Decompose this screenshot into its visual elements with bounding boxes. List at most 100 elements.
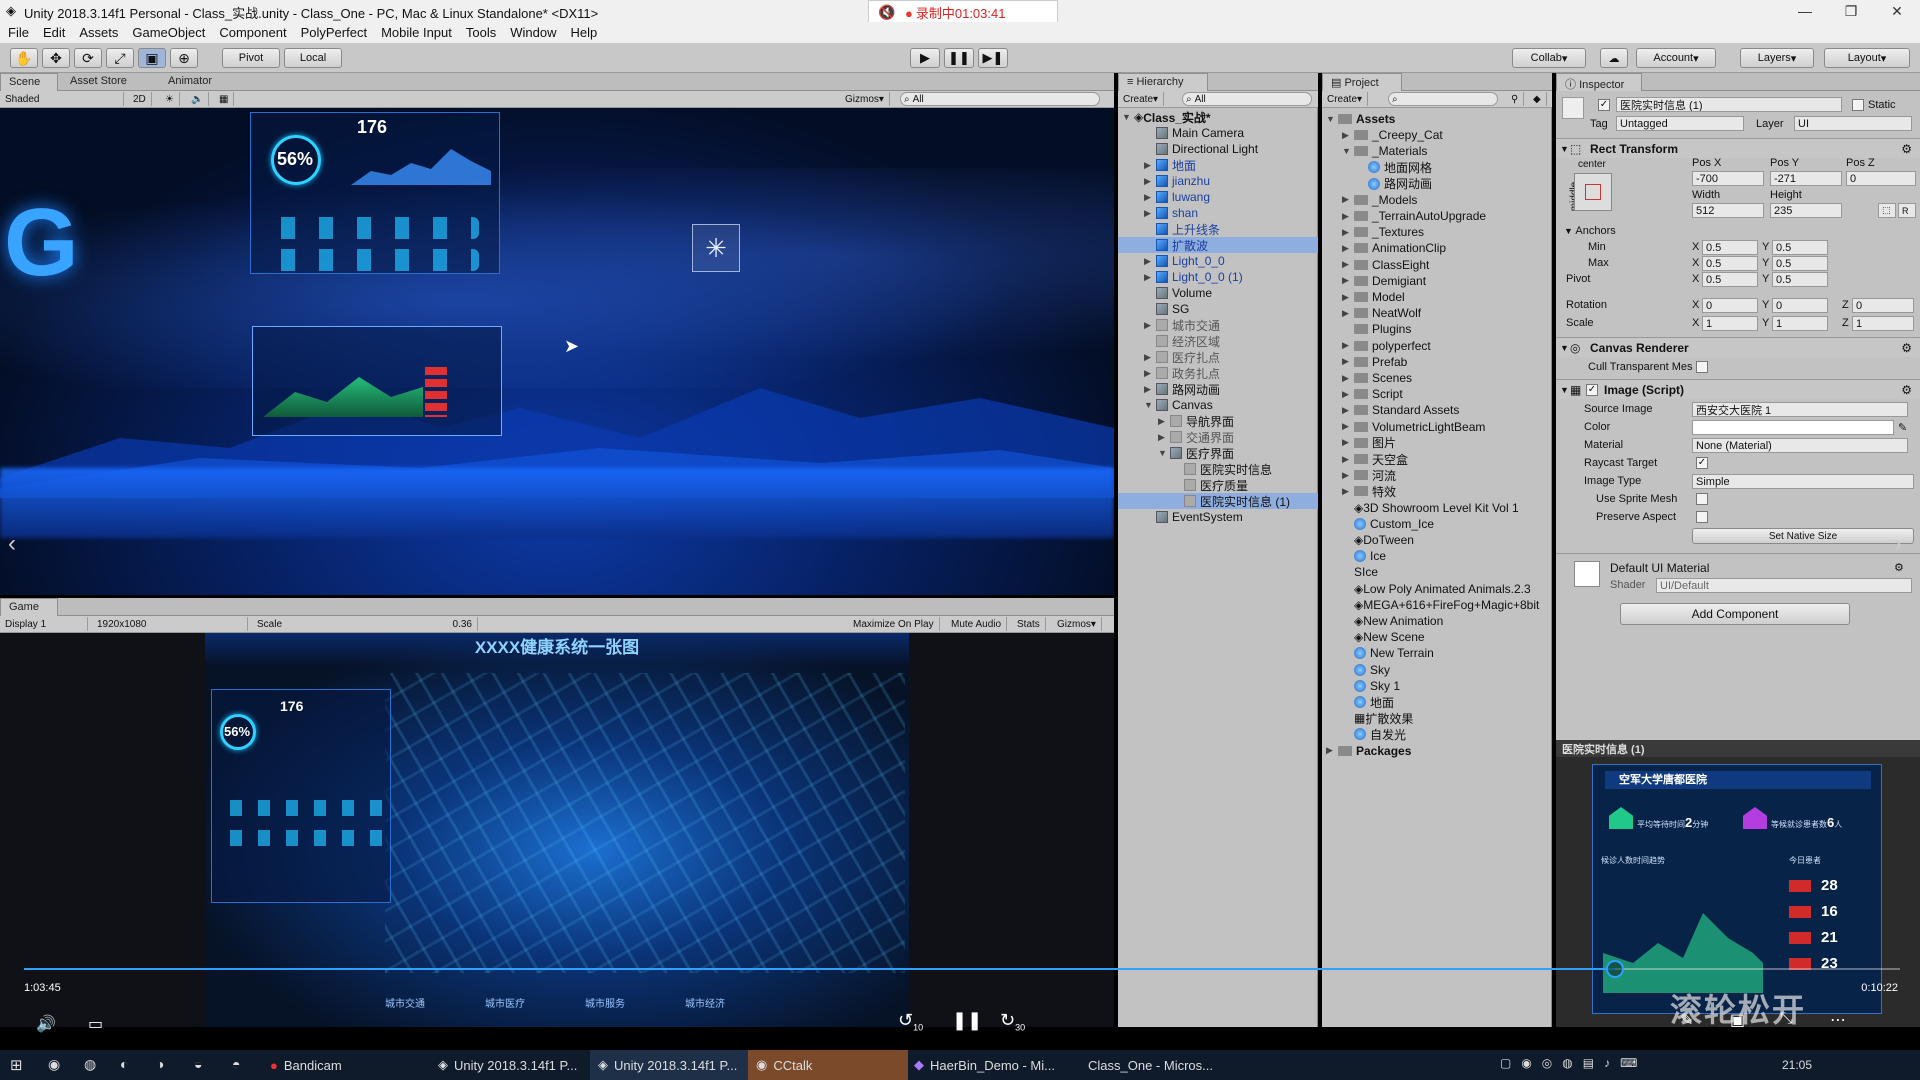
pos-z-field[interactable]: 0: [1846, 171, 1916, 186]
lighting-icon[interactable]: ☀: [160, 92, 180, 106]
expand-arrow-icon[interactable]: ▶: [1342, 130, 1354, 141]
app-icon[interactable]: ◒: [194, 1056, 202, 1072]
anchor-min-y[interactable]: 0.5: [1772, 240, 1828, 255]
tab-asset-store[interactable]: Asset Store: [62, 73, 135, 91]
project-item[interactable]: Ice: [1322, 548, 1386, 564]
project-item[interactable]: ▦ 扩散效果: [1322, 710, 1413, 726]
hierarchy-item[interactable]: SG: [1118, 301, 1318, 317]
cloud-icon[interactable]: ☁: [1600, 48, 1628, 68]
image-type-dropdown[interactable]: Simple: [1692, 474, 1914, 489]
image-enabled-checkbox[interactable]: ✓: [1586, 383, 1598, 396]
taskbar-item-cctalk[interactable]: ◉ CCtalk: [748, 1050, 908, 1080]
hierarchy-item[interactable]: ▶ 地面: [1118, 157, 1318, 173]
minimize-icon[interactable]: —: [1782, 0, 1828, 22]
project-item[interactable]: ▶ VolumetricLightBeam: [1322, 419, 1485, 435]
system-tray-icons[interactable]: ▢◉◎◍▤♪⌨: [1500, 1056, 1647, 1070]
project-item[interactable]: Custom_Ice: [1322, 516, 1434, 532]
component-settings-icon[interactable]: ⚙: [1901, 383, 1912, 397]
expand-arrow-icon[interactable]: ▼: [1556, 385, 1570, 395]
project-item[interactable]: ▶ Demigiant: [1322, 273, 1426, 289]
video-progress-track[interactable]: [24, 960, 1900, 978]
windows-start-icon[interactable]: ⊞: [10, 1056, 23, 1074]
project-item[interactable]: ▶ NeatWolf: [1322, 305, 1421, 321]
account-dropdown[interactable]: Account ▾: [1636, 48, 1716, 68]
rotation-y[interactable]: 0: [1772, 298, 1828, 313]
expand-arrow-icon[interactable]: ▶: [1144, 192, 1156, 203]
project-item[interactable]: ▶ 图片: [1322, 435, 1396, 451]
project-item[interactable]: Sky: [1322, 662, 1390, 678]
video-pause-icon[interactable]: ❚❚: [952, 1010, 982, 1031]
expand-arrow-icon[interactable]: ▶: [1326, 745, 1338, 756]
project-item[interactable]: 地面: [1322, 694, 1394, 710]
expand-arrow-icon[interactable]: ▶: [1342, 454, 1354, 465]
menu-file[interactable]: File: [8, 25, 29, 40]
hierarchy-item[interactable]: ▶ luwang: [1118, 189, 1318, 205]
menu-help[interactable]: Help: [571, 25, 598, 40]
preserve-aspect-checkbox[interactable]: [1696, 511, 1708, 523]
hierarchy-item[interactable]: ▶ 城市交通: [1118, 317, 1318, 333]
scale-z[interactable]: 1: [1852, 316, 1914, 331]
expand-arrow-icon[interactable]: ▶: [1342, 292, 1354, 303]
expand-arrow-icon[interactable]: ▶: [1144, 208, 1156, 219]
set-native-size-button[interactable]: Set Native Size: [1692, 528, 1914, 544]
expand-arrow-icon[interactable]: ▼: [1326, 114, 1338, 124]
layers-dropdown[interactable]: Layers ▾: [1740, 48, 1814, 68]
subtitles-icon[interactable]: ▭: [88, 1014, 103, 1034]
project-item[interactable]: ▶ Standard Assets: [1322, 402, 1459, 418]
expand-arrow-icon[interactable]: ▶: [1144, 384, 1156, 395]
expand-arrow-icon[interactable]: ▶: [1144, 176, 1156, 187]
project-item[interactable]: ▶ 河流: [1322, 467, 1396, 483]
2d-toggle[interactable]: 2D: [128, 92, 152, 106]
expand-arrow-icon[interactable]: ▼: [1556, 144, 1570, 154]
project-item[interactable]: ◈ Low Poly Animated Animals.2.3: [1322, 581, 1531, 597]
menu-tools[interactable]: Tools: [466, 25, 496, 40]
display-dropdown[interactable]: Display 1: [0, 617, 88, 631]
menu-window[interactable]: Window: [510, 25, 556, 40]
app-icon[interactable]: ◓: [232, 1056, 240, 1072]
expand-arrow-icon[interactable]: ▼: [1564, 226, 1575, 236]
expand-arrow-icon[interactable]: ▶: [1144, 272, 1156, 283]
hierarchy-item[interactable]: ▼ 医疗界面: [1118, 445, 1318, 461]
project-item[interactable]: ▶ _TerrainAutoUpgrade: [1322, 208, 1486, 224]
expand-arrow-icon[interactable]: ▶: [1158, 416, 1170, 427]
expand-arrow-icon[interactable]: ▶: [1342, 421, 1354, 432]
cull-transparent-checkbox[interactable]: [1696, 361, 1708, 373]
project-item[interactable]: ▶ _Creepy_Cat: [1322, 127, 1443, 143]
rotation-x[interactable]: 0: [1702, 298, 1758, 313]
scale-slider[interactable]: Scale 0.36: [252, 617, 478, 631]
tab-scene[interactable]: Scene: [0, 73, 58, 91]
rotate-tool-icon[interactable]: ⟳: [74, 48, 102, 68]
resolution-dropdown[interactable]: 1920x1080: [92, 617, 248, 631]
local-toggle[interactable]: Local: [284, 48, 342, 68]
component-settings-icon[interactable]: ⚙: [1894, 561, 1904, 574]
hierarchy-item[interactable]: ▶ 交通界面: [1118, 429, 1318, 445]
hierarchy-item[interactable]: ▶ 医疗扎点: [1118, 349, 1318, 365]
expand-arrow-icon[interactable]: ▶: [1342, 389, 1354, 400]
scene-cursor-crosshair-icon[interactable]: ✳: [692, 224, 740, 272]
scene-view[interactable]: G 56% 176 ✳ ➤: [0, 108, 1114, 595]
raycast-target-checkbox[interactable]: ✓: [1696, 457, 1708, 469]
rotation-z[interactable]: 0: [1852, 298, 1914, 313]
project-item[interactable]: ▶ Model: [1322, 289, 1405, 305]
pause-button[interactable]: ❚❚: [944, 48, 974, 68]
hierarchy-item[interactable]: ▶ 政务扎点: [1118, 365, 1318, 381]
material-field[interactable]: None (Material): [1692, 438, 1908, 453]
taskbar-item-vs2[interactable]: Class_One - Micros...: [1080, 1050, 1250, 1080]
add-component-button[interactable]: Add Component: [1620, 603, 1850, 625]
project-item[interactable]: New Terrain: [1322, 645, 1434, 661]
anchor-presets-button[interactable]: [1574, 173, 1612, 211]
menu-assets[interactable]: Assets: [79, 25, 118, 40]
expand-arrow-icon[interactable]: ▶: [1144, 256, 1156, 267]
hierarchy-item[interactable]: ▶ 路网动画: [1118, 381, 1318, 397]
expand-arrow-icon[interactable]: ▶: [1342, 211, 1354, 222]
tab-inspector[interactable]: ⓘ Inspector: [1556, 73, 1642, 91]
rewind-10-icon[interactable]: ↺10: [898, 1010, 923, 1033]
expand-arrow-icon[interactable]: ▶: [1342, 356, 1354, 367]
project-item[interactable]: ▶ Prefab: [1322, 354, 1407, 370]
stats-toggle[interactable]: Stats: [1012, 617, 1046, 631]
taskbar-item-vs[interactable]: ◆ HaerBin_Demo - Mi...: [906, 1050, 1076, 1080]
layer-dropdown[interactable]: UI: [1794, 116, 1912, 131]
app-icon[interactable]: ◍: [84, 1056, 96, 1073]
project-item[interactable]: ▶ Packages: [1322, 743, 1411, 759]
hierarchy-create-dropdown[interactable]: Create ▾: [1118, 92, 1165, 106]
